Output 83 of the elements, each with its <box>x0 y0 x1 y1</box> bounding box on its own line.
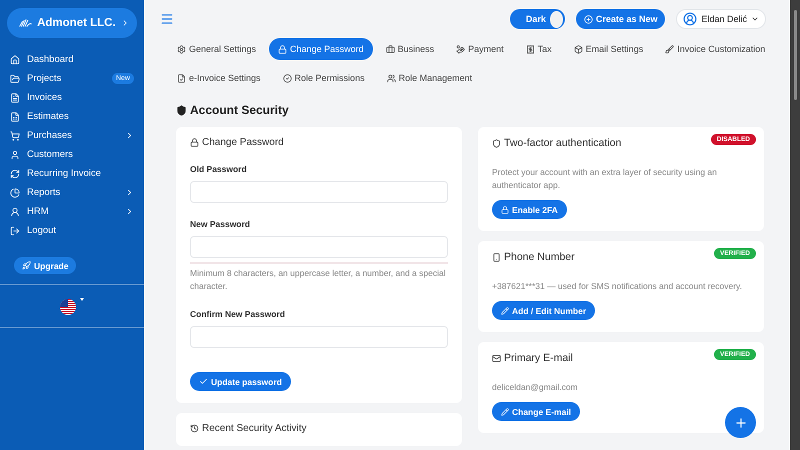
update-password-button[interactable]: Update password <box>190 372 291 391</box>
user-icon <box>10 150 20 160</box>
create-button[interactable]: Create as New <box>576 9 666 29</box>
refresh-icon <box>10 168 20 178</box>
settings-tab[interactable]: Tax <box>516 38 561 60</box>
section-heading: Account Security <box>190 103 289 117</box>
settings-tab[interactable]: Role Management <box>378 67 482 89</box>
lock-icon <box>278 44 288 54</box>
user-menu[interactable]: Eldan Delić <box>676 9 766 29</box>
history-icon <box>190 424 199 433</box>
card-title: Phone Number <box>504 251 575 263</box>
box-icon <box>574 44 583 54</box>
card-action-button[interactable]: Change E-mail <box>492 402 580 421</box>
sidebar-item[interactable]: Invoices <box>0 88 144 107</box>
sidebar-item[interactable]: HRM <box>0 202 144 221</box>
card-action-button[interactable]: Add / Edit Number <box>492 301 596 320</box>
shield-icon <box>492 138 501 148</box>
card-description: +387621***31 — used for SMS notifications and account recovery. <box>492 280 744 293</box>
card-title: Recent Security Activity <box>202 423 306 434</box>
sidebar-item[interactable]: Customers <box>0 145 144 164</box>
settings-tab[interactable]: Role Permissions <box>274 67 374 89</box>
user-icon <box>10 206 20 216</box>
password-hint: Minimum 8 characters, an uppercase letter, a number, and a special character. <box>190 267 447 293</box>
settings-tab[interactable]: Change Password <box>269 38 373 60</box>
caret-icon <box>751 15 759 23</box>
settings-tab[interactable]: Email Settings <box>564 38 652 60</box>
settings-tab[interactable]: General Settings <box>168 38 266 60</box>
folder-icon <box>10 74 20 84</box>
sidebar-item[interactable]: Logout <box>0 221 144 240</box>
sidebar-item[interactable]: Purchases <box>0 126 144 145</box>
lock-icon <box>501 206 509 214</box>
sidebar-item[interactable]: Recurring Invoice <box>0 164 144 183</box>
card-title: Two-factor authentication <box>504 137 622 149</box>
plus-icon <box>734 416 748 430</box>
check-icon <box>199 377 208 386</box>
sidebar-item[interactable]: Dashboard <box>0 50 144 69</box>
company-switcher[interactable]: Admonet LLC. <box>7 8 137 38</box>
card-description: Protect your account with an extra layer of security using an authenticator app. <box>492 166 718 192</box>
card-title: Primary E-mail <box>504 352 573 364</box>
logout-icon <box>10 226 20 236</box>
receipt-icon <box>526 44 535 54</box>
hand-coins-icon <box>456 44 466 54</box>
rocket-icon <box>22 261 31 270</box>
avatar-icon <box>683 12 698 26</box>
document-icon <box>177 74 186 82</box>
scrollbar[interactable] <box>790 0 800 450</box>
flag-icon[interactable] <box>59 297 85 315</box>
field-label: Old Password <box>190 164 248 174</box>
password-field[interactable] <box>190 236 448 258</box>
pencil-icon <box>501 408 509 416</box>
settings-tab[interactable]: Business <box>376 38 444 60</box>
brush-icon <box>665 44 674 54</box>
mail-icon <box>492 354 501 362</box>
card-title: Change Password <box>202 137 284 148</box>
spreadsheet-icon <box>10 112 20 122</box>
pencil-icon <box>501 306 509 314</box>
check-circle-icon <box>282 74 292 82</box>
field-label: New Password <box>190 219 251 229</box>
cart-icon <box>10 130 20 140</box>
company-name: Admonet LLC. <box>37 17 116 29</box>
field-label: Confirm New Password <box>190 309 286 319</box>
sidebar-item[interactable]: Reports <box>0 183 144 202</box>
card-action-button[interactable]: Enable 2FA <box>492 200 567 219</box>
phone-icon <box>492 252 501 262</box>
settings-tab[interactable]: e-Invoice Settings <box>168 67 270 89</box>
sidebar-item[interactable]: Estimates <box>0 107 144 126</box>
house-icon <box>10 54 20 64</box>
settings-tab[interactable]: Invoice Customization <box>656 38 774 60</box>
briefcase-icon <box>386 44 395 54</box>
password-field[interactable] <box>190 181 448 203</box>
theme-toggle[interactable]: Dark <box>510 9 565 29</box>
document-icon <box>10 92 20 102</box>
pie-chart-icon <box>10 188 20 198</box>
settings-icon <box>177 44 186 54</box>
plus-circle-icon <box>584 14 593 24</box>
lock-icon <box>190 138 199 147</box>
shield-icon <box>176 104 187 116</box>
password-field[interactable] <box>190 326 448 348</box>
upgrade-button[interactable]: Upgrade <box>14 257 76 274</box>
menu-icon[interactable] <box>160 12 174 26</box>
settings-tab[interactable]: Payment <box>447 38 513 60</box>
users-icon <box>386 74 396 82</box>
card-description: deliceldan@gmail.com <box>492 381 579 394</box>
